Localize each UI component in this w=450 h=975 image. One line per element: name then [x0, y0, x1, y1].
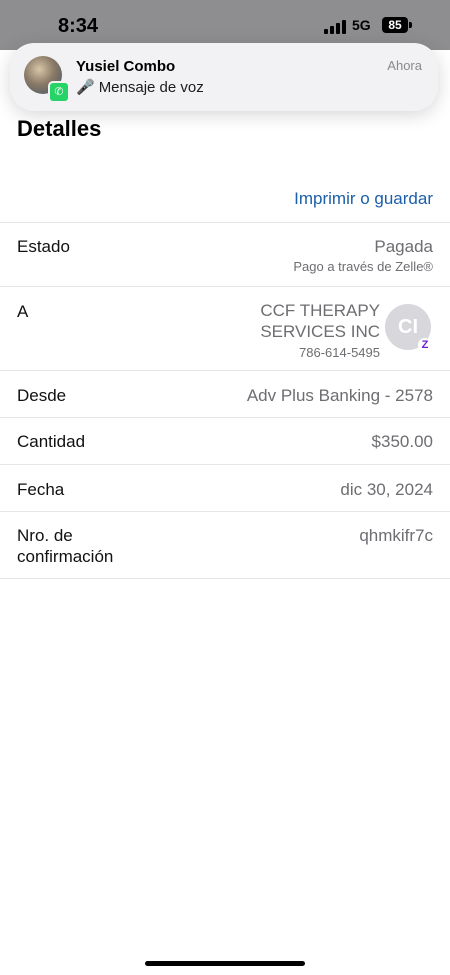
zelle-icon: Z — [418, 338, 432, 352]
from-label: Desde — [17, 386, 67, 405]
whatsapp-icon: ✆ — [48, 81, 70, 103]
home-indicator[interactable] — [145, 961, 305, 966]
date-label: Fecha — [17, 480, 65, 499]
battery-icon: 85 — [382, 17, 408, 33]
divider — [0, 417, 450, 418]
divider — [0, 578, 450, 579]
notification-message: 🎤 Mensaje de voz — [76, 78, 204, 96]
recipient-name-line1: CCF THERAPY — [260, 301, 380, 320]
recipient-name-line2: SERVICES INC — [260, 322, 380, 341]
amount-label: Cantidad — [17, 432, 86, 451]
notification-banner[interactable]: ✆ Yusiel Combo Ahora 🎤 Mensaje de voz — [10, 43, 438, 111]
recipient-label: A — [17, 302, 29, 321]
microphone-icon: 🎤 — [76, 79, 95, 96]
confirmation-label-line2: confirmación — [17, 547, 114, 566]
status-time: 8:34 — [58, 15, 99, 37]
divider — [0, 511, 450, 512]
from-value: Adv Plus Banking - 2578 — [246, 386, 433, 405]
divider — [0, 286, 450, 287]
recipient-info: CCF THERAPY SERVICES INC 786-614-5495 — [260, 300, 380, 360]
signal-icon — [324, 20, 346, 34]
confirmation-label-line1: Nro. de — [17, 526, 73, 545]
divider — [0, 222, 450, 223]
divider — [0, 370, 450, 371]
status-value: Pagada — [374, 237, 433, 256]
recipient-phone: 786-614-5495 — [299, 345, 380, 360]
notification-sender: Yusiel Combo — [76, 58, 176, 75]
notification-time: Ahora — [387, 58, 422, 73]
page-title: Detalles — [17, 116, 102, 141]
battery-tip — [409, 22, 412, 28]
date-value: dic 30, 2024 — [340, 480, 433, 499]
status-sub: Pago a través de Zelle® — [293, 259, 433, 274]
confirmation-value: qhmkifr7c — [359, 526, 433, 545]
amount-value: $350.00 — [371, 432, 433, 451]
network-indicator: 5G — [352, 17, 371, 33]
divider — [0, 464, 450, 465]
notification-message-text: Mensaje de voz — [98, 79, 204, 96]
status-label: Estado — [17, 237, 70, 256]
print-or-save-link[interactable]: Imprimir o guardar — [294, 189, 433, 209]
